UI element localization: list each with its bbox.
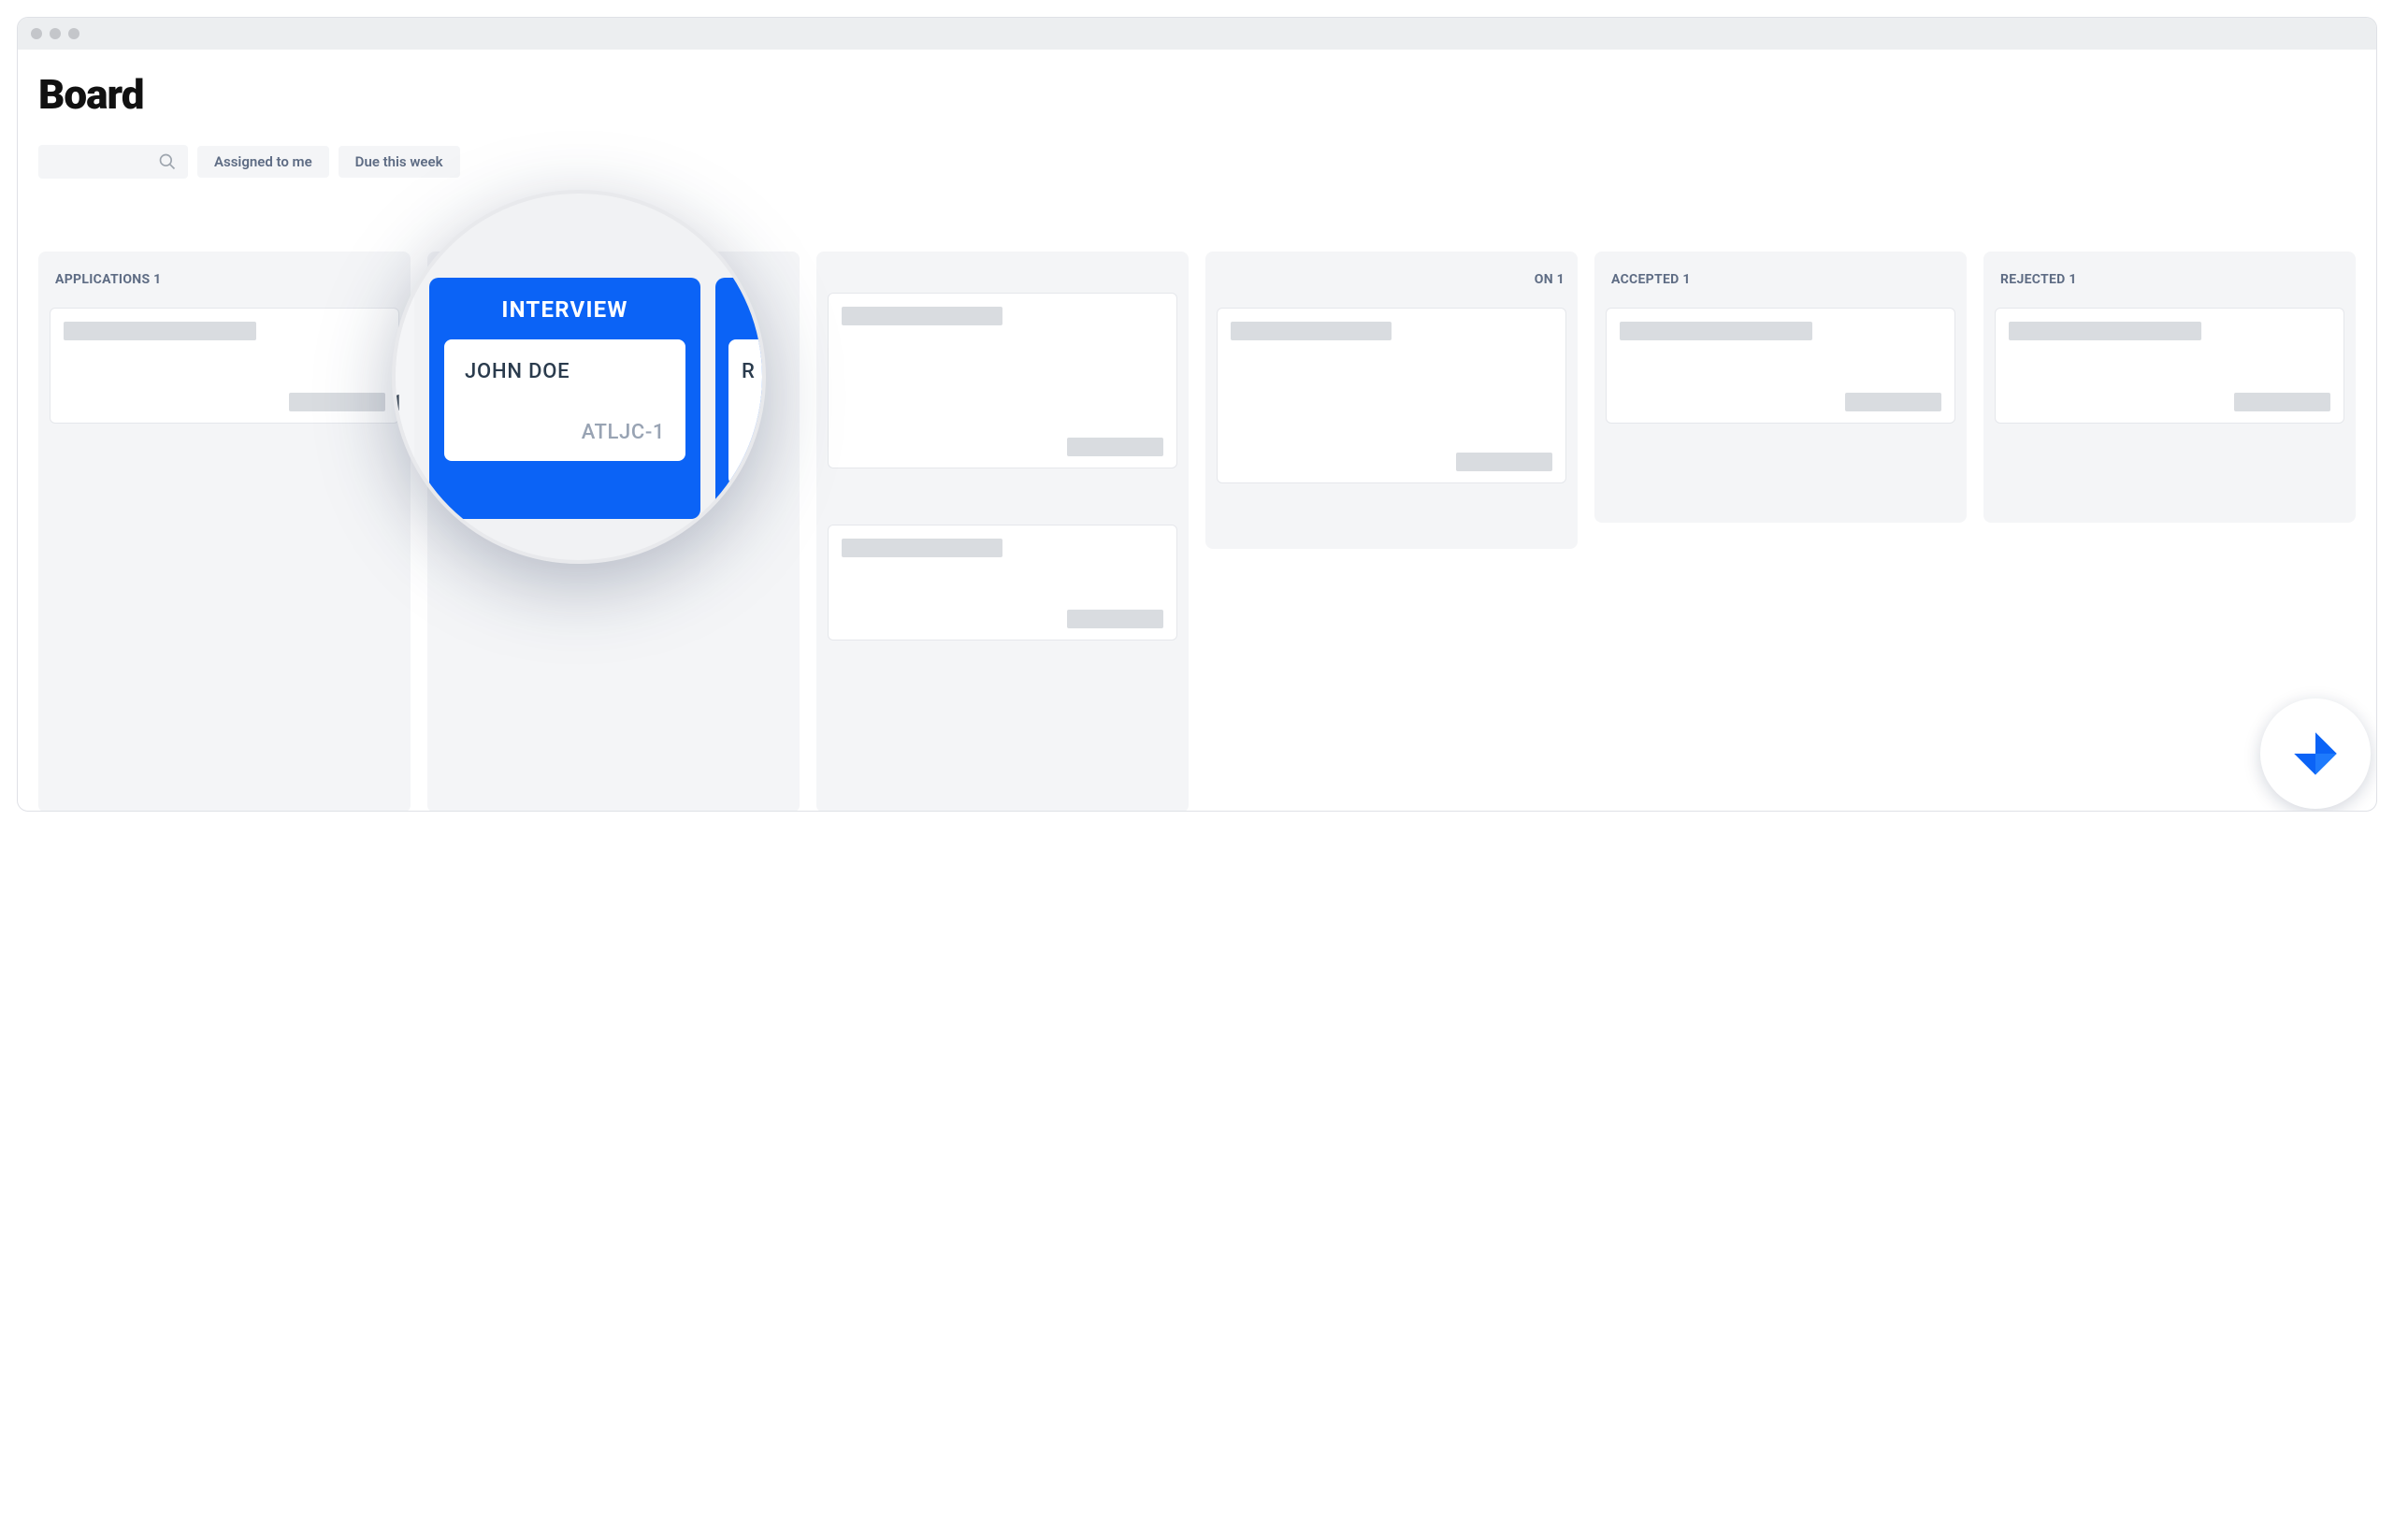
card[interactable] bbox=[1995, 308, 2344, 424]
card-tag-placeholder bbox=[1845, 393, 1941, 411]
magnified-column-left-fragment: 1 bbox=[392, 278, 414, 519]
page-content: Board Assigned to me Due this week APPLI… bbox=[18, 50, 2376, 812]
card-title-placeholder bbox=[64, 322, 256, 340]
window-titlebar bbox=[18, 18, 2376, 50]
card-tag-placeholder bbox=[289, 393, 385, 411]
column-accepted[interactable]: ACCEPTED 1 bbox=[1594, 252, 1967, 523]
filter-chip-assigned[interactable]: Assigned to me bbox=[197, 146, 329, 178]
card-tag-placeholder bbox=[1067, 610, 1163, 628]
column-rejected[interactable]: REJECTED 1 bbox=[1983, 252, 2356, 523]
card-title-placeholder bbox=[2009, 322, 2201, 340]
column-header bbox=[828, 265, 1177, 293]
brand-badge[interactable] bbox=[2260, 698, 2371, 809]
magnifier-lens: 1 INTERVIEW JOHN DOE ATLJC-1 X R bbox=[392, 190, 766, 564]
card[interactable] bbox=[828, 525, 1177, 640]
magnified-card-fragment[interactable]: R bbox=[728, 339, 766, 485]
column-header: APPLICATIONS 1 bbox=[50, 265, 399, 308]
magnified-card[interactable]: JOHN DOE ATLJC-1 bbox=[444, 339, 685, 461]
card[interactable] bbox=[50, 308, 399, 424]
column-header: REJECTED 1 bbox=[1995, 265, 2344, 308]
column-header: ACCEPTED 1 bbox=[1606, 265, 1955, 308]
magnified-column-interview[interactable]: INTERVIEW JOHN DOE ATLJC-1 bbox=[429, 278, 700, 519]
column-on[interactable]: ON 1 bbox=[1205, 252, 1578, 549]
card-title-placeholder bbox=[842, 539, 1002, 557]
filter-bar: Assigned to me Due this week bbox=[38, 145, 2356, 179]
card-tag-placeholder bbox=[2234, 393, 2330, 411]
card-name: JOHN DOE bbox=[465, 360, 665, 383]
browser-window: Board Assigned to me Due this week APPLI… bbox=[17, 17, 2377, 812]
column-applications[interactable]: APPLICATIONS 1 bbox=[38, 252, 411, 812]
column-interview[interactable] bbox=[816, 252, 1189, 812]
magnified-column-right-fragment[interactable]: X R bbox=[715, 278, 766, 519]
window-control-close[interactable] bbox=[31, 28, 42, 39]
card-tag-placeholder bbox=[1456, 453, 1552, 471]
page-title: Board bbox=[38, 70, 2356, 119]
magnified-column-header: INTERVIEW bbox=[444, 278, 685, 339]
send-icon bbox=[2287, 726, 2344, 782]
card[interactable] bbox=[828, 293, 1177, 468]
search-input[interactable] bbox=[38, 145, 188, 179]
window-control-minimize[interactable] bbox=[50, 28, 61, 39]
card-title-placeholder bbox=[1231, 322, 1392, 340]
card-code: ATLJC-1 bbox=[465, 421, 665, 444]
column-header: ON 1 bbox=[1217, 265, 1566, 308]
card-tag-placeholder bbox=[1067, 438, 1163, 456]
fragment-text: 1 bbox=[392, 390, 403, 416]
filter-chip-due[interactable]: Due this week bbox=[339, 146, 460, 178]
card-title-placeholder bbox=[842, 307, 1002, 325]
kanban-board: APPLICATIONS 1 SCREENING 0 bbox=[38, 252, 2356, 812]
search-icon bbox=[158, 152, 177, 171]
window-control-maximize[interactable] bbox=[68, 28, 79, 39]
card-name-fragment: R bbox=[742, 360, 755, 383]
card[interactable] bbox=[1217, 308, 1566, 483]
magnifier-overlay: 1 INTERVIEW JOHN DOE ATLJC-1 X R bbox=[392, 190, 766, 564]
card-title-placeholder bbox=[1620, 322, 1812, 340]
card[interactable] bbox=[1606, 308, 1955, 424]
magnified-row: 1 INTERVIEW JOHN DOE ATLJC-1 X R bbox=[392, 278, 766, 519]
